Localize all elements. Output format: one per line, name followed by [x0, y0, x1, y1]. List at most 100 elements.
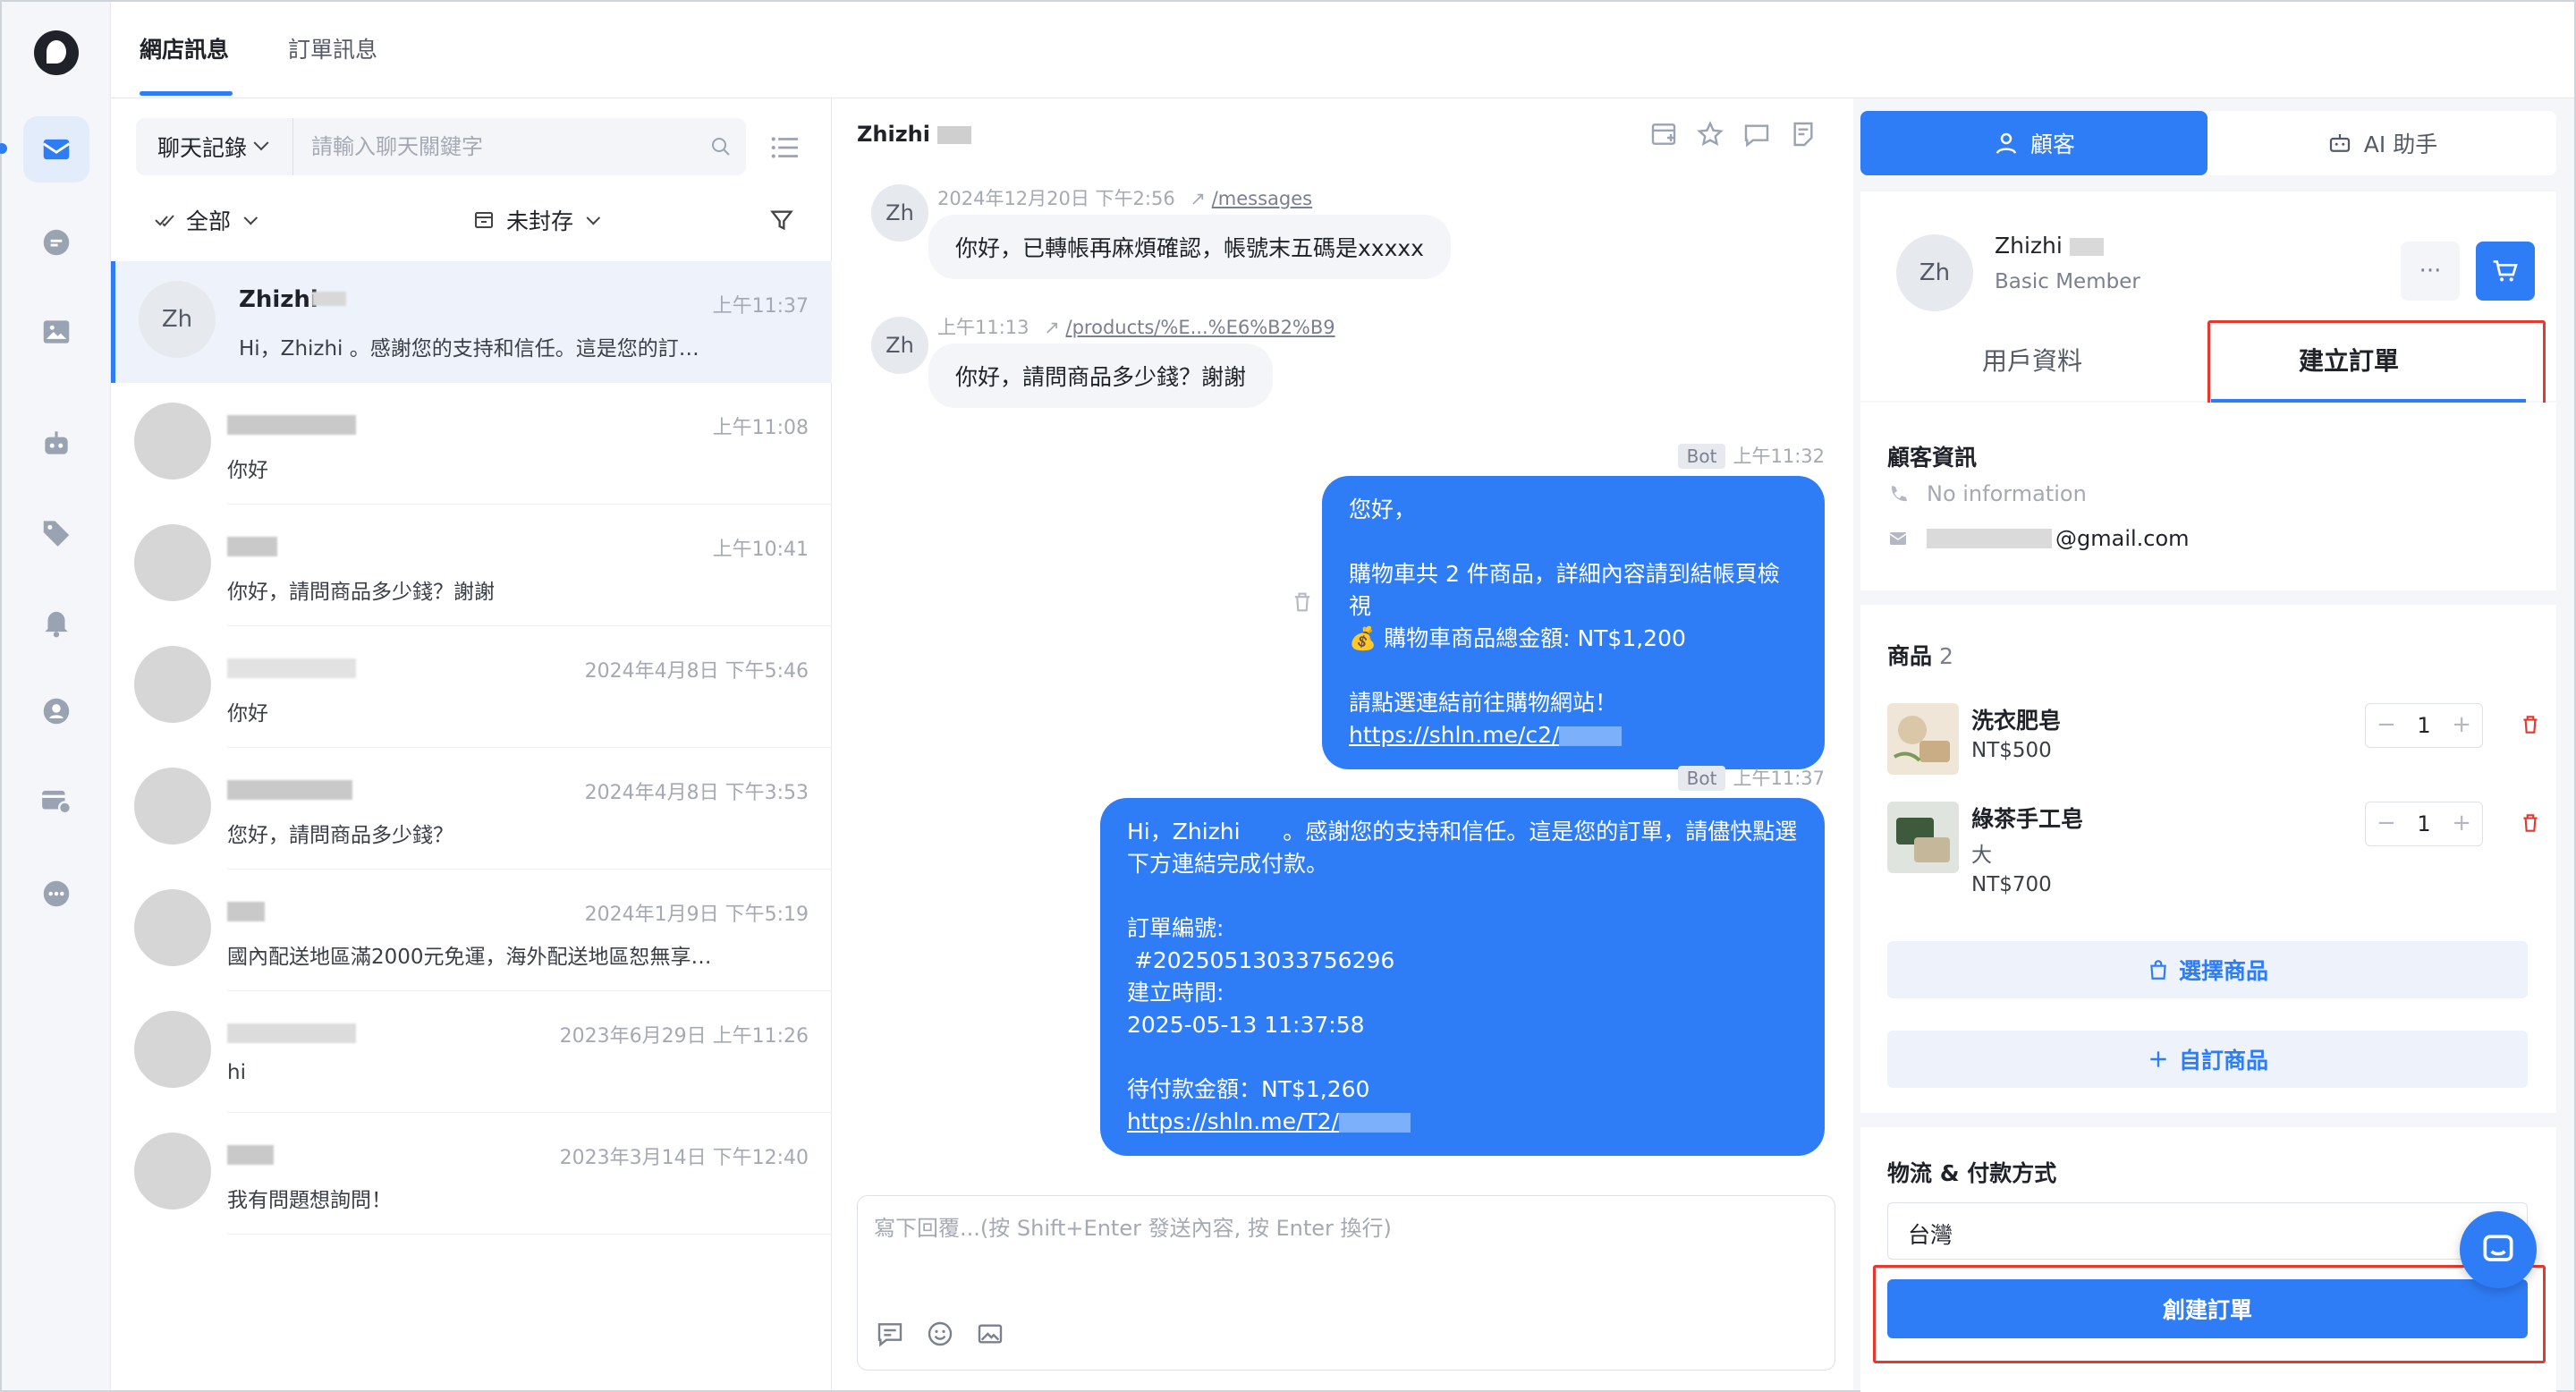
nav-bot-icon[interactable]: [23, 410, 89, 476]
emoji-icon[interactable]: [926, 1320, 954, 1348]
conversation-preview: 您好，請問商品多少錢？: [227, 824, 453, 847]
conversation-item[interactable]: 2023年6月29日 上午11:26 hi: [111, 991, 832, 1113]
search-type-select[interactable]: 聊天記錄: [136, 118, 293, 175]
conversation-item[interactable]: 2024年4月8日 下午5:46 你好: [111, 626, 832, 748]
increment-button[interactable]: +: [2452, 711, 2471, 738]
increment-button[interactable]: +: [2452, 810, 2471, 836]
list-view-icon[interactable]: [769, 134, 800, 161]
customer-info-title: 顧客資訊: [1887, 445, 1978, 471]
product-thumbnail: [1887, 703, 1959, 775]
brand-logo: [34, 30, 79, 75]
support-chat-button[interactable]: [2460, 1211, 2537, 1288]
message-source-link[interactable]: /messages: [1212, 188, 1312, 209]
nav-more-icon[interactable]: [23, 861, 89, 927]
trash-icon[interactable]: [2519, 811, 2542, 836]
conversation-time: 2023年3月14日 下午12:40: [559, 1147, 809, 1169]
image-icon[interactable]: [976, 1320, 1004, 1348]
conversation-preview: 你好，請問商品多少錢？謝謝: [227, 581, 495, 604]
search-input[interactable]: [311, 118, 696, 175]
choose-product-button[interactable]: 選擇商品: [1887, 941, 2528, 998]
conversation-item[interactable]: 上午10:41 你好，請問商品多少錢？謝謝: [111, 505, 832, 626]
bot-tag: Bot: [1677, 766, 1726, 791]
bot-message-line: 待付款金額：NT$1,260: [1127, 1076, 1370, 1102]
nav-support-icon[interactable]: [23, 678, 89, 744]
search-icon[interactable]: [710, 136, 732, 157]
nav-messages-icon[interactable]: [23, 116, 89, 182]
robot-icon: [2329, 134, 2350, 152]
payment-link[interactable]: https://shln.me/T2/: [1127, 1108, 1339, 1134]
chat-bubble-icon: [2483, 1235, 2513, 1261]
conversation-list: 聊天記錄 全部 未封存 Zh Zhizhi 上午11:37: [111, 98, 832, 1390]
funnel-icon[interactable]: [769, 208, 794, 233]
quick-reply-icon[interactable]: [876, 1320, 904, 1348]
subtab-profile[interactable]: 用戶資料: [1982, 342, 2082, 378]
filter-archive-dropdown[interactable]: 未封存: [472, 204, 601, 236]
nav-card-settings-icon[interactable]: [23, 768, 89, 834]
conversation-item[interactable]: 2024年4月8日 下午3:53 您好，請問商品多少錢？: [111, 748, 832, 870]
filter-row: 全部 未封存: [154, 199, 816, 242]
filter-all-dropdown[interactable]: 全部: [154, 204, 258, 236]
email-row: @gmail.com: [1887, 526, 2190, 551]
bot-message-line: 💰 購物車商品總金額: NT$1,200: [1349, 625, 1686, 651]
trash-icon[interactable]: [1290, 589, 1315, 615]
conversation-item[interactable]: 上午11:08 你好: [111, 383, 832, 505]
chevron-down-icon: [253, 135, 269, 151]
region-select[interactable]: 台灣: [1887, 1202, 2528, 1260]
tab-ai-label: AI 助手: [2363, 132, 2438, 157]
message-time: 2024年12月20日 下午2:56: [937, 188, 1175, 209]
email-icon: [1889, 532, 1907, 545]
conversation-preview: 國內配送地區滿2000元免運，海外配送地區恕無享…: [227, 946, 712, 969]
tab-order-messages[interactable]: 訂單訊息: [288, 32, 377, 64]
products-title: 商品 2: [1887, 639, 1953, 671]
avatar: [134, 1011, 211, 1088]
bot-message-line: #20250513033756296: [1127, 947, 1395, 973]
note-icon[interactable]: [1789, 120, 1818, 149]
panel-tabs: 顧客 AI 助手: [1860, 111, 2556, 175]
tab-customer[interactable]: 顧客: [1860, 111, 2207, 175]
tab-shop-messages[interactable]: 網店訊息: [140, 32, 229, 64]
more-options-button[interactable]: ···: [2401, 242, 2460, 301]
message-meta: 2024年12月20日 下午2:56 ↗ /messages: [937, 184, 1312, 211]
conversation-preview: hi: [227, 1061, 246, 1084]
nav-chat-icon[interactable]: [23, 209, 89, 276]
cart-button[interactable]: [2476, 242, 2535, 301]
choose-product-label: 選擇商品: [2178, 958, 2268, 984]
composer-toolbar: [876, 1320, 1004, 1348]
redacted-name: [227, 1023, 356, 1043]
external-link-icon: ↗: [1190, 188, 1207, 209]
phone-value: No information: [1927, 481, 2087, 506]
message-source-link[interactable]: /products/%E...%E6%B2%B9: [1066, 317, 1335, 338]
message-time: 上午11:13: [937, 317, 1030, 338]
trash-icon[interactable]: [2519, 712, 2542, 737]
quantity-stepper[interactable]: − 1 +: [2365, 703, 2483, 748]
product-price: NT$500: [1971, 739, 2052, 762]
redacted-name: [227, 415, 356, 435]
redacted-name: [227, 780, 352, 800]
product-item: 洗衣肥皂 NT$500 − 1 +: [1887, 703, 2549, 793]
message-meta: 上午11:13 ↗ /products/%E...%E6%B2%B9: [937, 313, 1335, 340]
reply-input[interactable]: [874, 1210, 1813, 1291]
conversation-item[interactable]: 2023年3月14日 下午12:40 我有問題想詢問！: [111, 1113, 832, 1235]
quantity-stepper[interactable]: − 1 +: [2365, 802, 2483, 846]
conversation-item[interactable]: Zh Zhizhi 上午11:37 Hi，Zhizhi 。感謝您的支持和信任。這…: [111, 261, 832, 383]
tab-ai-assistant[interactable]: AI 助手: [2207, 111, 2556, 175]
conversation-preview: Hi，Zhizhi 。感謝您的支持和信任。這是您的訂…: [239, 337, 699, 361]
comment-icon[interactable]: [1742, 120, 1771, 149]
user-icon: [1996, 132, 2017, 154]
conversation-time: 2024年4月8日 下午3:53: [584, 782, 809, 804]
nav-tag-icon[interactable]: [23, 499, 89, 565]
message-meta: Bot 上午11:37: [1677, 764, 1825, 791]
conversation-time: 2024年1月9日 下午5:19: [584, 904, 809, 926]
nav-bell-icon[interactable]: [23, 589, 89, 655]
redacted-name: [227, 658, 356, 678]
nav-media-icon[interactable]: [23, 299, 89, 365]
conversation-item[interactable]: 2024年1月9日 下午5:19 國內配送地區滿2000元免運，海外配送地區恕無…: [111, 870, 832, 991]
bot-message-line: 下方連結完成付款。: [1127, 851, 1329, 877]
archive-icon[interactable]: [1649, 120, 1678, 149]
custom-product-button[interactable]: 自訂商品: [1887, 1031, 2528, 1088]
cart-link[interactable]: https://shln.me/c2/: [1349, 722, 1559, 748]
star-icon[interactable]: [1696, 120, 1724, 149]
tab-customer-label: 顧客: [2029, 132, 2075, 157]
filter-all-label: 全部: [186, 208, 232, 234]
bot-message-line: 請點選連結前往購物網站！: [1349, 690, 1618, 716]
